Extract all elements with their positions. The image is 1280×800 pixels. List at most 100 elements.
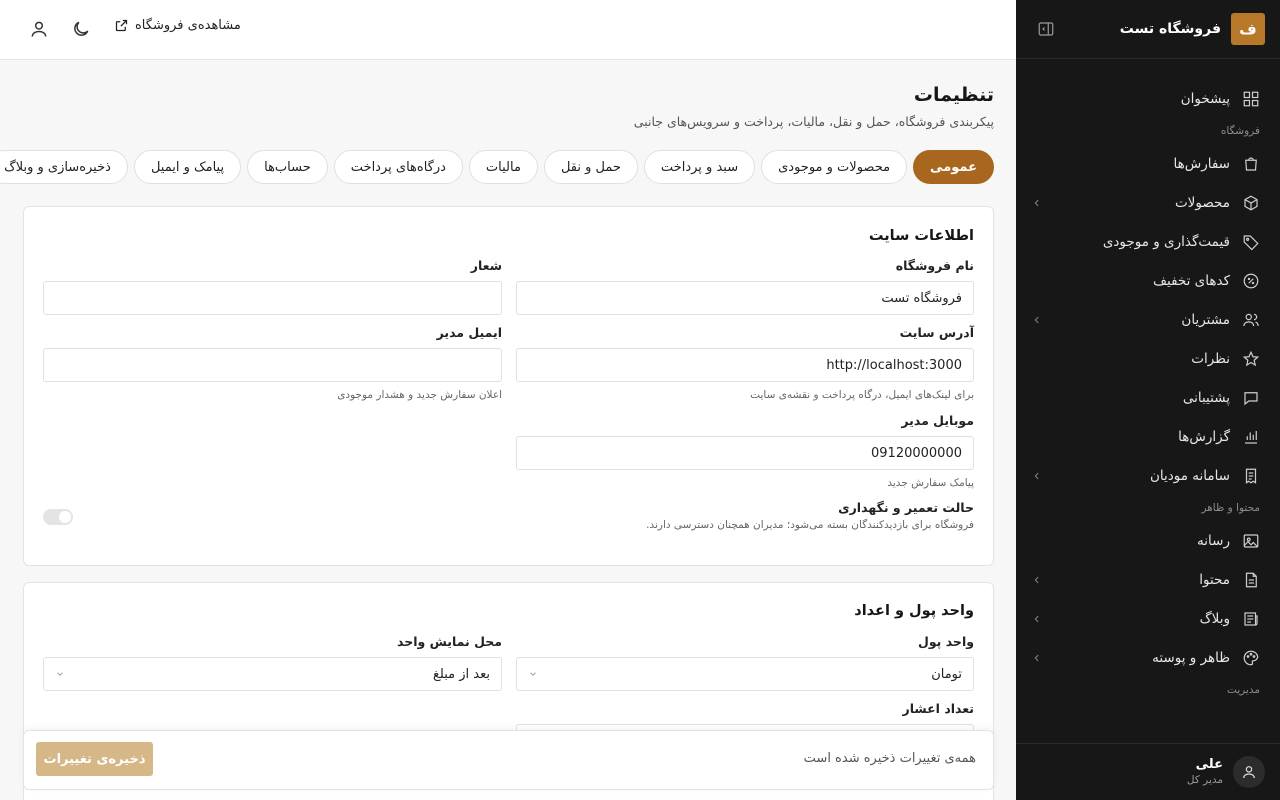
site-url-input[interactable]: http://localhost:3000 [516, 348, 974, 382]
sidebar-item-label: کدهای تخفیف [1153, 272, 1230, 289]
currency-position-value: بعد از مبلغ [433, 666, 490, 682]
sidebar-item-label: پشتیبانی [1182, 389, 1230, 406]
admin-email-input[interactable] [43, 348, 502, 382]
tab-4[interactable]: مالیات [468, 150, 538, 184]
sidebar-item-chat[interactable]: پشتیبانی [1016, 378, 1280, 417]
main-content: تنظیمات پیکربندی فروشگاه، حمل و نقل، مال… [0, 60, 1016, 800]
sidebar-item-users[interactable]: مشتریان [1016, 300, 1280, 339]
user-icon[interactable] [29, 19, 49, 39]
app: ف فروشگاه تست پیشخوان فروشگاه سفارش‌ها مح… [0, 0, 1280, 800]
admin-email-hint: اعلان سفارش جدید و هشدار موجودی [337, 389, 502, 401]
chevron-left-icon [1034, 654, 1039, 661]
page-title: تنظیمات [913, 84, 994, 106]
sidebar-item-chart[interactable]: گزارش‌ها [1016, 417, 1280, 456]
user-info: علی مدیر کل [1187, 757, 1223, 786]
currency-position-select[interactable]: بعد از مبلغ [43, 657, 502, 691]
tab-2[interactable]: سبد و پرداخت [643, 150, 756, 184]
external-link-icon [115, 19, 128, 32]
chevron-down-icon [530, 672, 536, 676]
chart-icon [1245, 430, 1257, 444]
admin-mobile-label: موبایل مدیر [901, 413, 974, 428]
admin-email-label: ایمیل مدیر [436, 325, 502, 340]
admin-mobile-field: موبایل مدیر 09120000000 پیامک سفارش جدید [516, 413, 974, 489]
chevron-left-icon [1034, 472, 1039, 479]
discount-icon [1243, 273, 1259, 288]
sidebar-item-label: ظاهر و پوسته [1152, 649, 1230, 666]
sidebar-item-document[interactable]: محتوا [1016, 560, 1280, 599]
bag-icon [1245, 156, 1257, 171]
sidebar-item-label: گزارش‌ها [1178, 428, 1230, 445]
sidebar-item-label: وبلاگ [1199, 610, 1230, 627]
sidebar-item-label: رسانه [1197, 532, 1230, 549]
user-name: علی [1195, 757, 1223, 773]
topbar: مشاهده‌ی فروشگاه [0, 0, 1016, 60]
maintenance-label: حالت تعمیر و نگهداری [838, 500, 974, 515]
tab-7[interactable]: پیامک و ایمیل [133, 150, 242, 184]
sidebar-item-label: سفارش‌ها [1173, 155, 1231, 172]
sidebar-collapse-icon[interactable] [1037, 20, 1055, 38]
sidebar-item-receipt[interactable]: سامانه مودیان [1016, 456, 1280, 495]
currency-select[interactable]: تومان [516, 657, 974, 691]
tag-icon [1243, 234, 1259, 250]
chevron-left-icon [1034, 576, 1039, 583]
save-bar: همه‌ی تغییرات ذخیره شده است ذخیره‌ی تغیی… [23, 730, 994, 790]
sidebar-item-label: پیشخوان [1180, 90, 1230, 107]
tab-5[interactable]: درگاه‌های پرداخت [333, 150, 463, 184]
sidebar-item-discount[interactable]: کدهای تخفیف [1016, 261, 1280, 300]
maintenance-toggle[interactable] [43, 509, 73, 525]
view-store-link[interactable]: مشاهده‌ی فروشگاه [114, 18, 241, 33]
tab-8[interactable]: ذخیره‌سازی و وبلاگ [0, 150, 128, 184]
admin-mobile-hint: پیامک سفارش جدید [887, 477, 974, 489]
tab-0[interactable]: عمومی [913, 150, 994, 184]
grid-icon [1243, 91, 1259, 106]
store-name-field: نام فروشگاه فروشگاه تست [516, 258, 974, 315]
currency-value: تومان [931, 666, 962, 682]
site-url-hint: برای لینک‌های ایمیل، درگاه پرداخت و نقشه… [750, 389, 974, 401]
sidebar-section-content: محتوا و ظاهر [1201, 502, 1260, 514]
currency-title: واحد پول و اعداد [854, 603, 974, 619]
store-logo: ف [1231, 13, 1265, 45]
sidebar-item-image[interactable]: رسانه [1016, 521, 1280, 560]
user-role: مدیر کل [1186, 773, 1223, 786]
decimals-label: تعداد اعشار [902, 701, 974, 716]
store-name-label: نام فروشگاه [895, 258, 974, 273]
admin-mobile-input[interactable]: 09120000000 [516, 436, 974, 470]
sidebar-item-newspaper[interactable]: وبلاگ [1016, 599, 1280, 638]
page-subtitle: پیکربندی فروشگاه، حمل و نقل، مالیات، پرد… [633, 114, 994, 129]
maintenance-field: حالت تعمیر و نگهداری فروشگاه برای بازدید… [374, 500, 974, 531]
currency-field: واحد پول تومان [516, 634, 974, 691]
sidebar-item-label: محتوا [1199, 571, 1230, 588]
sidebar-item-dashboard[interactable]: پیشخوان [1016, 79, 1280, 118]
image-icon [1243, 533, 1259, 548]
receipt-icon [1245, 468, 1257, 484]
site-url-field: آدرس سایت http://localhost:3000 برای لین… [516, 325, 974, 401]
box-icon [1244, 195, 1258, 210]
site-info-card: اطلاعات سایت نام فروشگاه فروشگاه تست شعا… [23, 206, 994, 566]
chevron-left-icon [1034, 316, 1039, 323]
admin-email-field: ایمیل مدیر اعلان سفارش جدید و هشدار موجو… [43, 325, 502, 401]
sidebar-item-label: نظرات [1191, 350, 1230, 367]
tab-1[interactable]: محصولات و موجودی [761, 150, 908, 184]
tab-6[interactable]: حساب‌ها [247, 150, 328, 184]
avatar [1233, 756, 1265, 788]
newspaper-icon [1244, 611, 1258, 626]
save-button[interactable]: ذخیره‌ی تغییرات [36, 742, 153, 776]
tab-3[interactable]: حمل و نقل [543, 150, 638, 184]
user-icon [1243, 766, 1255, 779]
moon-icon[interactable] [71, 19, 91, 39]
currency-position-field: محل نمایش واحد بعد از مبلغ [43, 634, 502, 691]
store-name-input[interactable]: فروشگاه تست [516, 281, 974, 315]
save-status: همه‌ی تغییرات ذخیره شده است [803, 751, 976, 766]
sidebar-user[interactable]: علی مدیر کل [1016, 743, 1280, 800]
sidebar-item-palette[interactable]: ظاهر و پوسته [1016, 638, 1280, 677]
sidebar-item-bag[interactable]: سفارش‌ها [1016, 144, 1280, 183]
chevron-left-icon [1034, 615, 1039, 622]
currency-label: واحد پول [917, 634, 974, 649]
sidebar-item-star[interactable]: نظرات [1016, 339, 1280, 378]
chevron-down-icon [57, 672, 63, 676]
sidebar-item-tag[interactable]: قیمت‌گذاری و موجودی [1016, 222, 1280, 261]
slogan-input[interactable] [43, 281, 502, 315]
sidebar-item-label: سامانه مودیان [1149, 467, 1230, 484]
sidebar-section-admin: مدیریت [1226, 684, 1260, 696]
sidebar-item-box[interactable]: محصولات [1016, 183, 1280, 222]
